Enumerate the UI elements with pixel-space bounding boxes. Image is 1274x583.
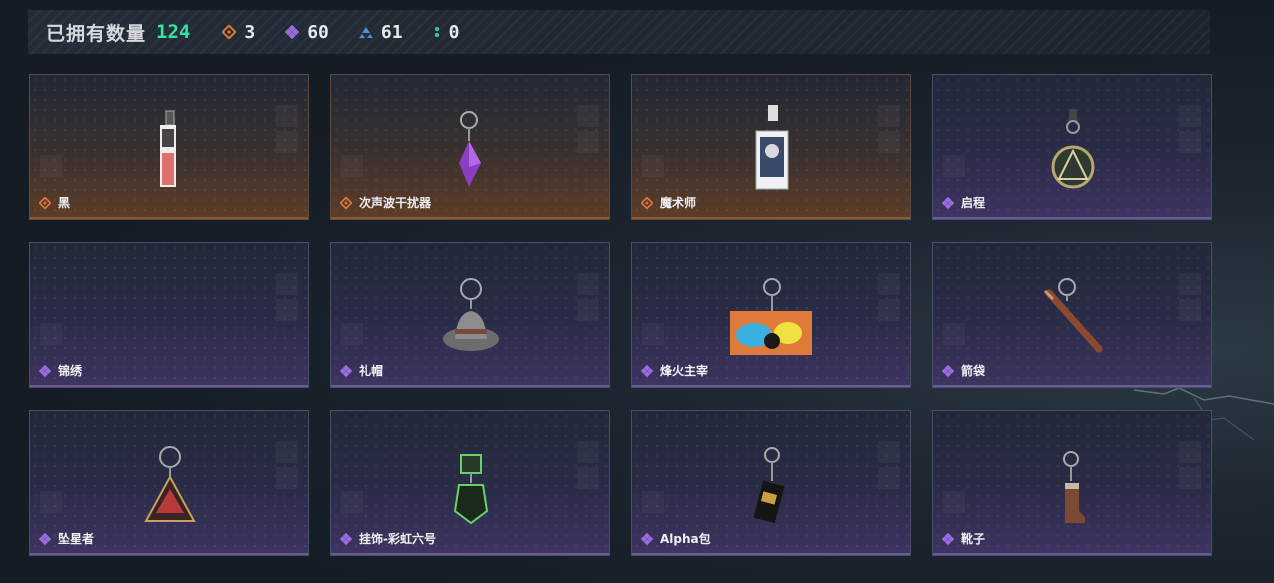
- owned-count-value: 124: [156, 21, 191, 43]
- item-label: 靴子: [942, 530, 985, 547]
- owned-count-title: 已拥有数量: [46, 22, 147, 45]
- item-card[interactable]: 箭袋: [932, 242, 1212, 388]
- item-name: 挂饰-彩虹六号: [359, 532, 436, 546]
- item-card[interactable]: 挂饰-彩虹六号: [330, 410, 610, 556]
- item-label: 坠星者: [39, 530, 94, 547]
- stat-green: 0: [433, 21, 460, 43]
- stat-blue-value: 61: [380, 21, 403, 43]
- item-label: 黑: [39, 194, 70, 211]
- item-name: 魔术师: [660, 196, 697, 210]
- orange-diamond-icon: [340, 196, 352, 209]
- purple-diamond-icon: [39, 532, 51, 545]
- orange-diamond-icon: [222, 25, 237, 39]
- purple-diamond-icon: [39, 364, 51, 377]
- item-card[interactable]: 启程: [932, 74, 1212, 220]
- item-card[interactable]: 礼帽: [330, 242, 610, 388]
- item-label: 箭袋: [942, 362, 985, 379]
- stat-purple-value: 60: [307, 21, 329, 43]
- item-card[interactable]: 靴子: [932, 410, 1212, 556]
- stat-blue: 61: [358, 21, 403, 43]
- item-card[interactable]: 次声波干扰器: [330, 74, 610, 220]
- green-dots-icon: [434, 27, 439, 37]
- item-name: 礼帽: [359, 364, 384, 378]
- stat-orange: 3: [222, 22, 255, 43]
- keycard-pendant-icon: [160, 110, 176, 187]
- item-label: 启程: [942, 194, 985, 211]
- item-name: 烽火主宰: [660, 364, 709, 378]
- purple-diamond-icon: [942, 364, 954, 377]
- item-label: 挂饰-彩虹六号: [340, 530, 436, 547]
- item-label: 礼帽: [340, 362, 383, 379]
- item-name: 启程: [961, 196, 986, 210]
- purple-diamond-icon: [340, 364, 352, 377]
- item-card[interactable]: 魔术师: [631, 74, 911, 220]
- item-name: 锦绣: [58, 364, 83, 378]
- item-card[interactable]: Alpha包: [631, 410, 911, 556]
- item-label: Alpha包: [641, 530, 711, 547]
- item-card[interactable]: 坠星者: [29, 410, 309, 556]
- item-label: 魔术师: [641, 194, 696, 211]
- item-name: 黑: [58, 196, 71, 210]
- purple-diamond-icon: [641, 532, 653, 545]
- item-name: 箭袋: [961, 364, 986, 378]
- purple-diamond-icon: [285, 25, 300, 39]
- item-card[interactable]: 黑: [29, 74, 309, 220]
- item-card[interactable]: 锦绣: [29, 242, 309, 388]
- item-card[interactable]: 烽火主宰: [631, 242, 911, 388]
- item-name: 靴子: [961, 532, 986, 546]
- item-name: 坠星者: [58, 532, 95, 546]
- item-label: 烽火主宰: [641, 362, 708, 379]
- blue-triangle-icon: [358, 27, 373, 38]
- orange-diamond-icon: [39, 196, 51, 209]
- purple-diamond-icon: [641, 364, 653, 377]
- purple-diamond-icon: [942, 196, 954, 209]
- item-name: 次声波干扰器: [359, 196, 432, 210]
- item-label: 次声波干扰器: [340, 194, 431, 211]
- stat-green-value: 0: [448, 21, 460, 43]
- item-name: Alpha包: [660, 532, 711, 546]
- stat-purple: 60: [285, 22, 329, 43]
- orange-diamond-icon: [641, 196, 653, 209]
- purple-diamond-icon: [340, 532, 352, 545]
- stat-orange-value: 3: [244, 21, 256, 43]
- purple-diamond-icon: [942, 532, 954, 545]
- item-label: 锦绣: [39, 362, 82, 379]
- pendant-grid: 黑 次声波干扰器 魔术师 启程 锦绣 礼帽 烽火主宰 箭袋 坠星者 挂饰-彩虹六…: [29, 74, 1212, 556]
- collection-header: 已拥有数量 124 3 60 61 0: [28, 10, 1210, 54]
